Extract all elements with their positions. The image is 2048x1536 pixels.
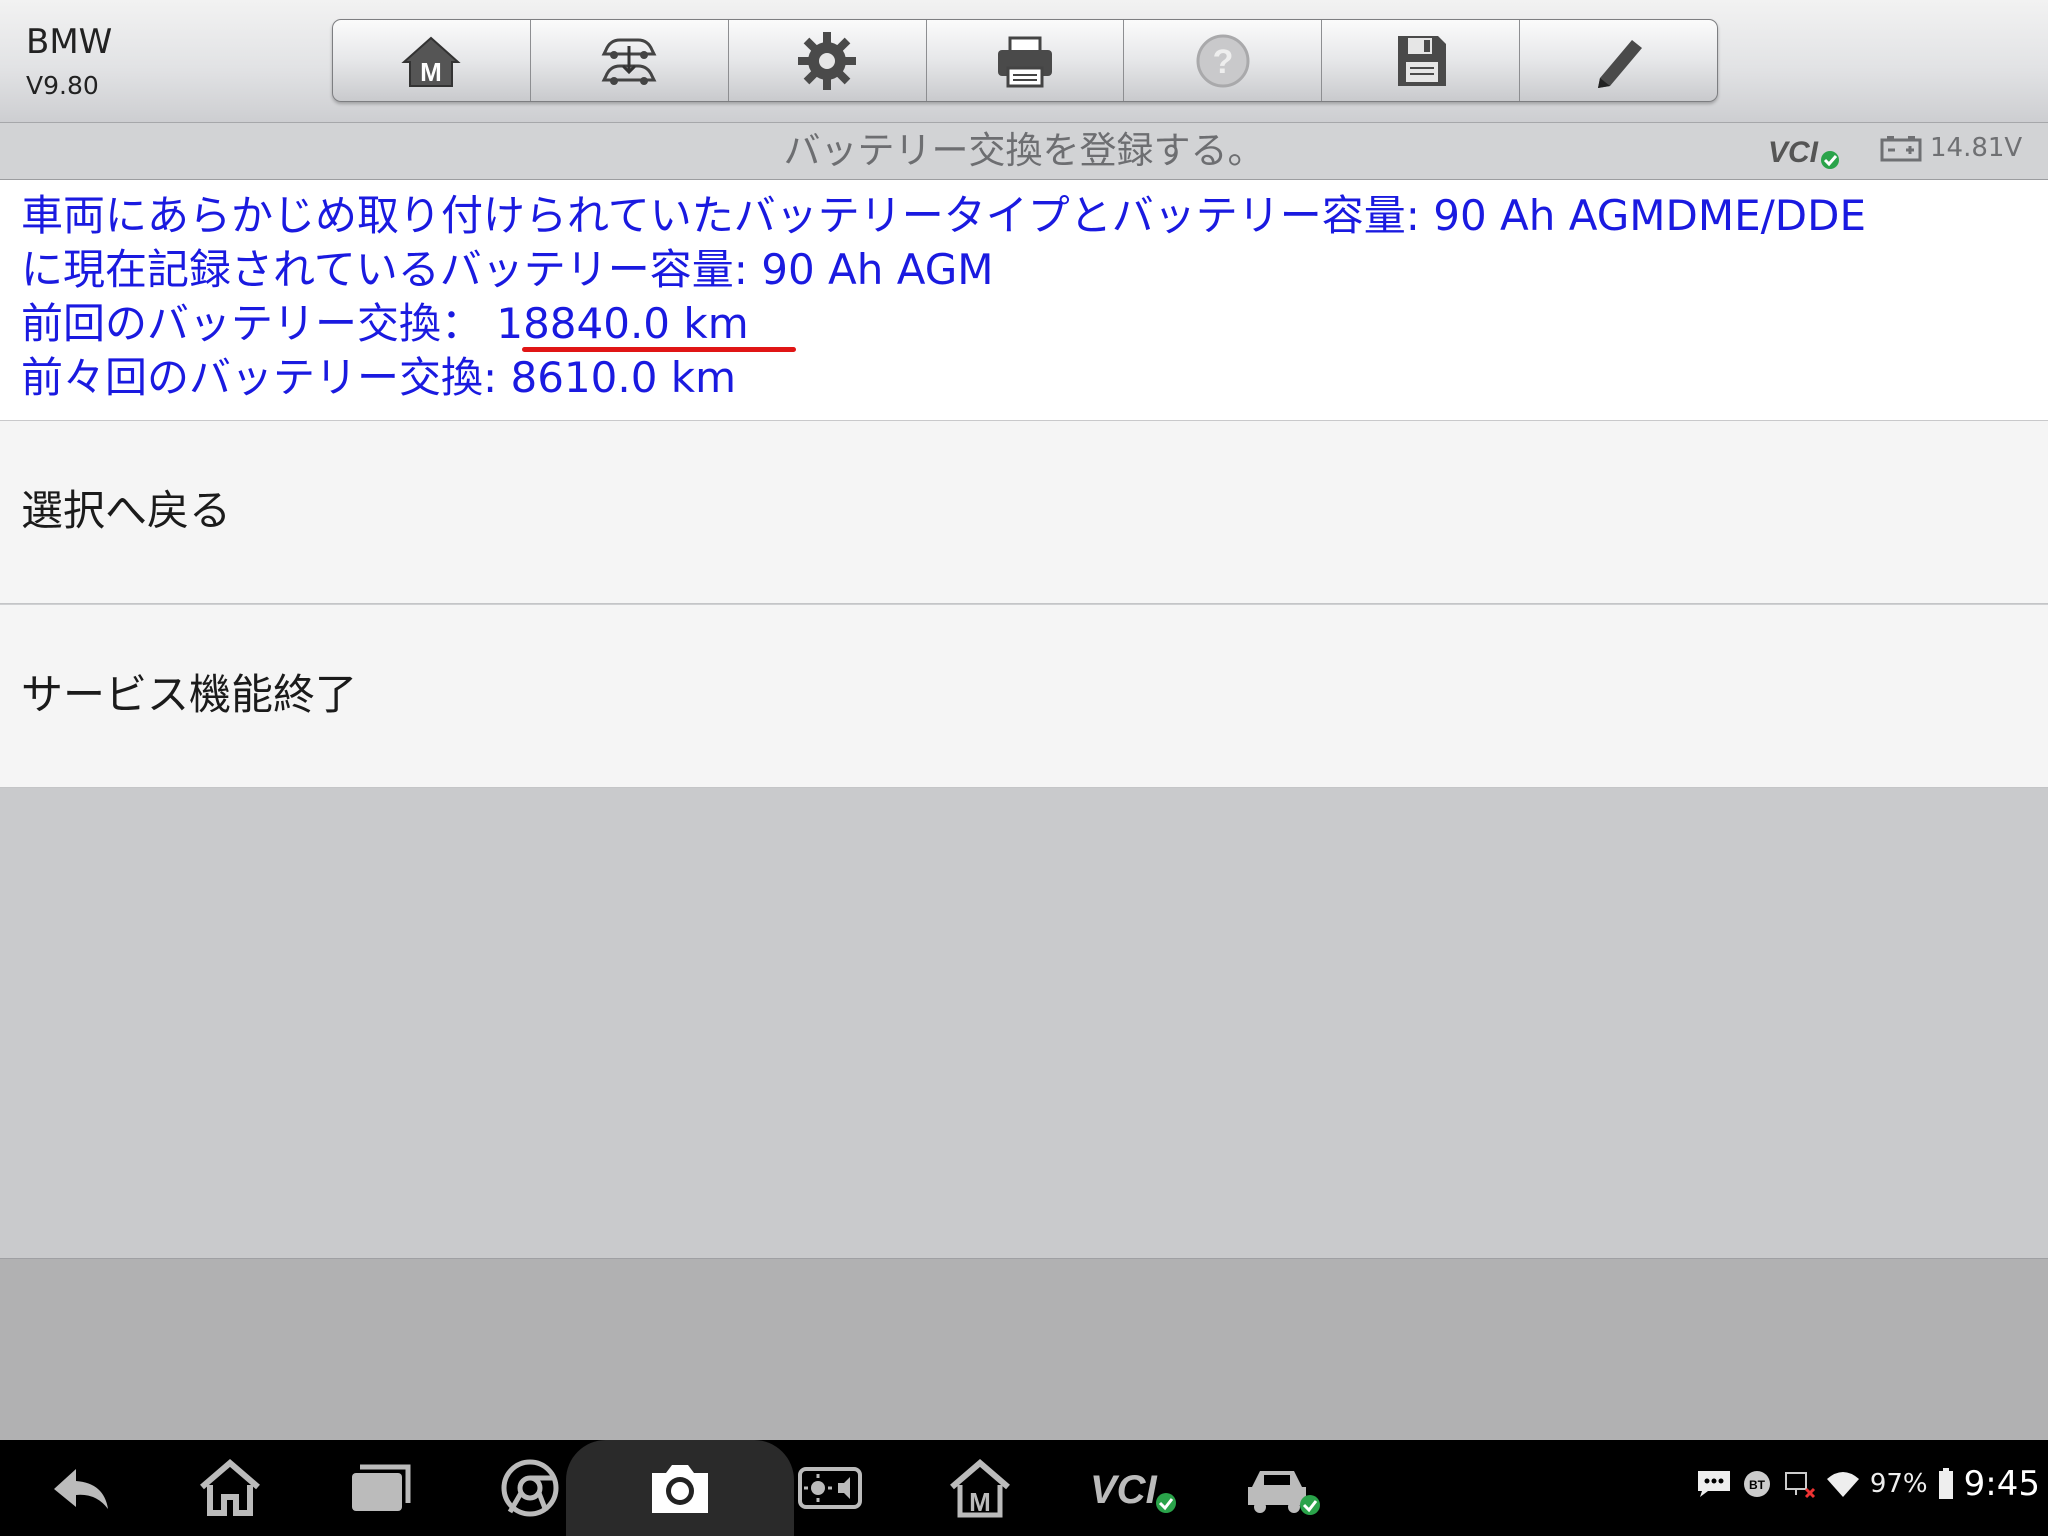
battery-percent: 97% bbox=[1869, 1469, 1928, 1499]
home-nav-button[interactable] bbox=[194, 1454, 266, 1522]
car-connected-icon bbox=[1248, 1471, 1320, 1515]
gear-icon bbox=[798, 31, 857, 90]
svg-text:?: ? bbox=[1212, 43, 1233, 81]
top-toolbar: BMW V9.80 M ? bbox=[0, 0, 2048, 123]
info-line-last-replacement: 前回のバッテリー交換： 18840.0 km bbox=[21, 299, 749, 348]
svg-text:BT: BT bbox=[1749, 1478, 1766, 1492]
save-icon bbox=[1397, 35, 1446, 86]
save-button[interactable] bbox=[1322, 20, 1521, 101]
empty-content-area bbox=[0, 788, 2048, 1259]
brightness-volume-button[interactable] bbox=[794, 1454, 866, 1522]
help-button[interactable]: ? bbox=[1124, 20, 1323, 101]
back-nav-button[interactable] bbox=[44, 1454, 116, 1522]
home-m-icon: M bbox=[950, 1459, 1010, 1518]
car-battery-icon bbox=[1880, 136, 1922, 162]
function-title-bar: バッテリー交換を登録する。 VCI 14.81V bbox=[0, 123, 2048, 180]
info-line-installed-battery: 車両にあらかじめ取り付けられていたバッテリータイプとバッテリー容量: 90 Ah… bbox=[21, 191, 1866, 240]
pencil-icon bbox=[1597, 39, 1642, 88]
battery-voltage-indicator: 14.81V bbox=[1880, 133, 2022, 163]
info-line-recorded-capacity: に現在記録されているバッテリー容量: 90 Ah AGM bbox=[21, 245, 994, 294]
vcl-connected-icon: VCI bbox=[1090, 1468, 1176, 1513]
vehicle-swap-button[interactable] bbox=[531, 20, 729, 101]
system-status-tray: BT 97% 9:45 bbox=[1696, 1464, 2040, 1504]
bottom-panel-area bbox=[0, 1259, 2048, 1440]
exit-service-function-label: サービス機能終了 bbox=[21, 670, 358, 719]
wifi-icon bbox=[1826, 1472, 1859, 1497]
svg-text:VCI: VCI bbox=[1768, 136, 1819, 169]
help-icon: ? bbox=[1196, 34, 1250, 87]
home-button[interactable]: M bbox=[333, 20, 531, 101]
message-icon bbox=[1697, 1471, 1730, 1497]
back-arrow-icon bbox=[54, 1469, 108, 1509]
maxisys-home-button[interactable]: M bbox=[944, 1454, 1016, 1522]
voltage-value: 14.81V bbox=[1930, 133, 2023, 163]
edit-button[interactable] bbox=[1520, 20, 1717, 101]
vci-nav-button[interactable]: VCI bbox=[1090, 1454, 1180, 1522]
page-title: バッテリー交換を登録する。 bbox=[783, 129, 1265, 172]
back-to-selection-item[interactable]: 選択へ戻る bbox=[0, 421, 2048, 604]
home-icon bbox=[200, 1459, 260, 1516]
exit-service-function-item[interactable]: サービス機能終了 bbox=[0, 605, 2048, 788]
recent-apps-button[interactable] bbox=[344, 1454, 416, 1522]
vehicle-nav-button[interactable] bbox=[1244, 1454, 1324, 1522]
clock: 9:45 bbox=[1963, 1464, 2040, 1504]
red-underline-annotation bbox=[522, 347, 796, 352]
info-line-previous-replacement: 前々回のバッテリー交換: 8610.0 km bbox=[21, 353, 737, 402]
svg-text:M: M bbox=[969, 1487, 991, 1517]
camera-icon bbox=[652, 1465, 708, 1513]
vcl-connected-icon: VCI bbox=[1768, 136, 1839, 169]
battery-icon bbox=[1938, 1468, 1953, 1499]
back-to-selection-label: 選択へ戻る bbox=[21, 486, 232, 535]
svg-text:VCI: VCI bbox=[1090, 1468, 1158, 1512]
toolbar-button-group: M ? bbox=[332, 19, 1718, 102]
browser-nav-button[interactable] bbox=[494, 1454, 566, 1522]
software-version: V9.80 bbox=[26, 71, 99, 100]
recent-apps-icon bbox=[352, 1464, 411, 1511]
screenshot-camera-button[interactable] bbox=[644, 1454, 716, 1522]
home-m-icon: M bbox=[401, 36, 462, 87]
svg-text:M: M bbox=[421, 57, 443, 87]
battery-info-panel: 車両にあらかじめ取り付けられていたバッテリータイプとバッテリー容量: 90 Ah… bbox=[0, 180, 2048, 421]
bluetooth-icon: BT bbox=[1743, 1471, 1770, 1497]
system-navigation-bar: M VCI BT 97% 9:45 bbox=[0, 1440, 2048, 1536]
settings-button[interactable] bbox=[729, 20, 927, 101]
brand-block: BMW V9.80 bbox=[26, 22, 112, 104]
vehicle-swap-icon bbox=[601, 38, 657, 85]
brightness-volume-icon bbox=[798, 1467, 862, 1509]
chrome-icon bbox=[501, 1459, 559, 1517]
printer-icon bbox=[998, 36, 1052, 87]
network-disconnected-icon bbox=[1784, 1472, 1815, 1499]
print-button[interactable] bbox=[927, 20, 1125, 101]
brand-name: BMW bbox=[26, 22, 113, 62]
